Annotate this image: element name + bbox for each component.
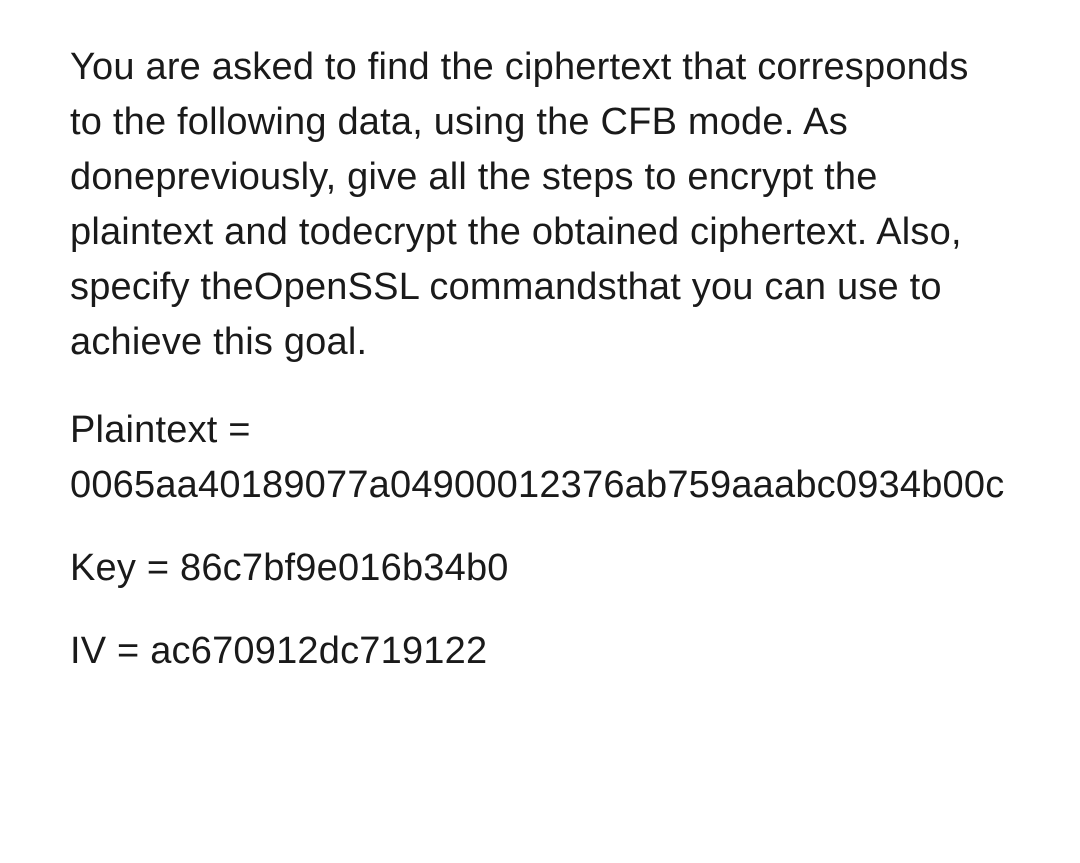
- plaintext-block: Plaintext = 0065aa40189077a04900012376ab…: [70, 403, 1010, 513]
- plaintext-value: 0065aa40189077a04900012376ab759aaabc0934…: [70, 464, 1004, 506]
- key-label: Key =: [70, 547, 180, 589]
- iv-block: IV = ac670912dc719122: [70, 624, 1010, 679]
- key-value: 86c7bf9e016b34b0: [180, 547, 509, 589]
- plaintext-label: Plaintext =: [70, 409, 251, 451]
- key-block: Key = 86c7bf9e016b34b0: [70, 541, 1010, 596]
- iv-value: ac670912dc719122: [150, 630, 487, 672]
- iv-label: IV =: [70, 630, 150, 672]
- question-prompt: You are asked to find the ciphertext tha…: [70, 40, 1010, 371]
